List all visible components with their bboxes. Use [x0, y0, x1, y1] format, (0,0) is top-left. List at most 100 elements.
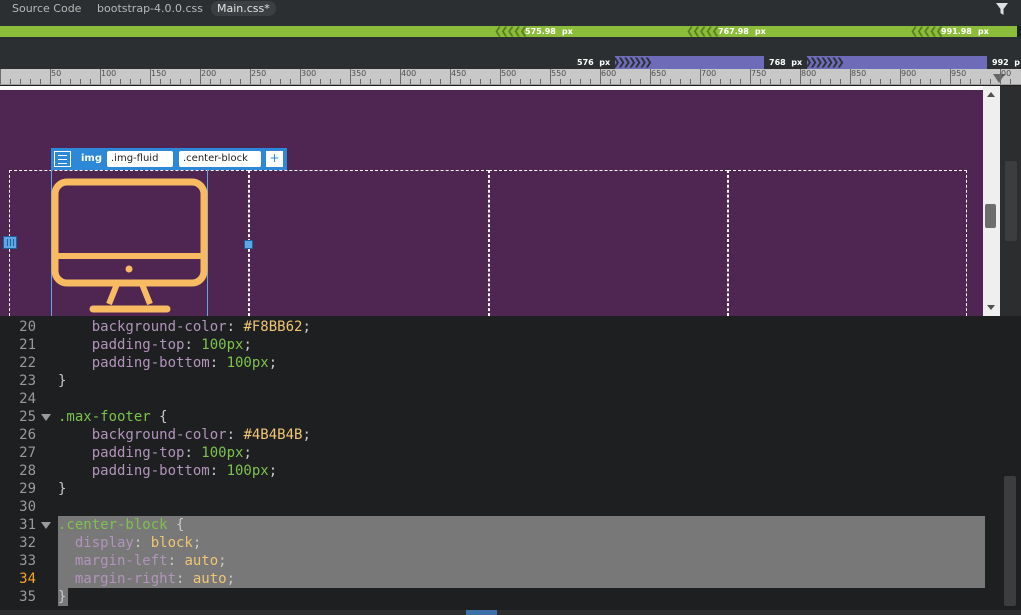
code-line[interactable]: 25 .max-footer {	[0, 408, 1000, 426]
ruler-tick	[800, 69, 801, 84]
code-editor[interactable]: 20 background-color: #F8BB62; 21 padding-…	[0, 316, 1021, 615]
ruler-tick	[210, 79, 211, 84]
code-line[interactable]: 35}	[0, 588, 1000, 606]
ruler-tick	[120, 79, 121, 84]
live-view-scrollbar[interactable]	[983, 86, 1000, 316]
scroll-down-icon[interactable]	[987, 305, 995, 310]
tab-main-css[interactable]: Main.css*	[211, 1, 276, 16]
ruler-tick	[100, 69, 101, 84]
code-token: #4B4B4B	[243, 427, 303, 443]
ruler-tick	[870, 79, 871, 84]
code-line[interactable]: 22 padding-bottom: 100px;	[0, 354, 1000, 372]
monitor-icon[interactable]	[51, 176, 208, 316]
scroll-up-icon[interactable]	[987, 92, 995, 97]
tab-source-code[interactable]: Source Code	[12, 1, 81, 16]
ruler-tick	[570, 79, 571, 84]
add-class-button[interactable]: +	[266, 151, 283, 167]
tab-bootstrap-css[interactable]: bootstrap-4.0.0.css	[97, 1, 203, 16]
ruler-tick	[350, 69, 351, 84]
hud-menu-icon[interactable]	[54, 151, 71, 167]
ruler-label: 200	[201, 69, 217, 78]
media-query-label[interactable]: 991.98 px	[941, 26, 989, 37]
ruler-tick	[80, 79, 81, 84]
live-view-scroll-thumb[interactable]	[985, 204, 996, 228]
ruler-tick	[40, 79, 41, 84]
code-token: }	[58, 589, 67, 605]
grid-column[interactable]	[489, 170, 728, 316]
code-line[interactable]: 26 background-color: #4B4B4B;	[0, 426, 1000, 444]
ruler-tick	[740, 79, 741, 84]
code-text: padding-top: 100px;	[58, 444, 252, 462]
line-number: 23	[19, 373, 36, 389]
code-line[interactable]: 24	[0, 390, 1000, 408]
ruler-label: 650	[651, 69, 667, 78]
media-query-bar-max-width[interactable]: ❮❮❮❮❮ 575.98 px ❮❮❮❮❮ 767.98 px ❮❮❮❮❮ 991.…	[0, 26, 1017, 37]
media-query-label[interactable]: 575.98 px	[525, 26, 573, 37]
code-line[interactable]: 20 background-color: #F8BB62;	[0, 318, 1000, 336]
column-offset-handle[interactable]	[3, 236, 17, 249]
line-number: 27	[19, 445, 36, 461]
ruler-tick	[340, 79, 341, 84]
code-token: :	[133, 535, 151, 551]
ruler-tick	[450, 69, 451, 84]
panel-scroll-thumb[interactable]	[1005, 161, 1017, 241]
ruler-tick	[980, 79, 981, 84]
code-line[interactable]: 33 margin-left: auto;	[0, 552, 1000, 570]
code-text: padding-top: 100px;	[58, 336, 252, 354]
editor-vertical-scroll-thumb[interactable]	[1004, 476, 1016, 606]
dreamweaver-window: Source Code bootstrap-4.0.0.css Main.css…	[0, 0, 1021, 615]
ruler-tick	[460, 79, 461, 84]
ruler-tick	[820, 79, 821, 84]
grid-column[interactable]	[249, 170, 489, 316]
ruler-label: 100	[101, 69, 117, 78]
grid-column[interactable]	[728, 170, 967, 316]
media-query-label[interactable]: 576 px	[572, 56, 616, 69]
ruler-tick	[910, 79, 911, 84]
code-line[interactable]: 31 .center-block {	[0, 516, 1000, 534]
ruler-tick	[940, 79, 941, 84]
class-chip-img-fluid[interactable]: .img-fluid	[107, 151, 173, 167]
code-text: }	[58, 372, 66, 390]
filter-icon[interactable]	[995, 2, 1009, 16]
hud-tag-name: img	[81, 153, 103, 164]
ruler-tick	[10, 79, 11, 84]
code-line[interactable]: 23}	[0, 372, 1000, 390]
code-line[interactable]: 21 padding-top: 100px;	[0, 336, 1000, 354]
editor-horizontal-scrollbar[interactable]	[0, 610, 1021, 615]
ruler-tick	[260, 79, 261, 84]
ruler-tick	[660, 79, 661, 84]
ruler-tick	[650, 69, 651, 84]
fold-arrow-icon[interactable]	[41, 522, 51, 529]
code-text: background-color: #F8BB62;	[58, 318, 311, 336]
code-line[interactable]: 29}	[0, 480, 1000, 498]
code-line[interactable]: 27 padding-top: 100px;	[0, 444, 1000, 462]
code-line[interactable]: 34 margin-right: auto;	[0, 570, 1000, 588]
code-token: padding-top	[58, 445, 185, 461]
ruler-tick	[230, 79, 231, 84]
code-line[interactable]: 32 display: block;	[0, 534, 1000, 552]
media-query-label[interactable]: 768 px	[764, 56, 808, 69]
media-query-label[interactable]: 992 p	[987, 56, 1021, 69]
ruler-tick	[400, 69, 401, 84]
ruler-tick	[600, 69, 601, 84]
ruler-tick	[130, 79, 131, 84]
code-line[interactable]: 28 padding-bottom: 100px;	[0, 462, 1000, 480]
media-query-label[interactable]: 767.98 px	[718, 26, 766, 37]
ruler-tick	[790, 79, 791, 84]
fold-arrow-icon[interactable]	[41, 414, 51, 421]
resize-handle[interactable]	[244, 240, 253, 249]
line-number: 20	[19, 319, 36, 335]
class-chip-center-block[interactable]: .center-block	[179, 151, 261, 167]
code-token: :	[167, 553, 185, 569]
chevron-left-icon: ❮❮❮❮❮	[494, 26, 528, 37]
code-line[interactable]: 30	[0, 498, 1000, 516]
code-token: padding-top	[58, 337, 185, 353]
code-text: }	[58, 480, 66, 498]
ruler-tick	[990, 79, 991, 84]
code-text: background-color: #4B4B4B;	[58, 426, 311, 444]
live-view: img .img-fluid .center-block +	[0, 86, 1021, 316]
editor-horizontal-scroll-thumb[interactable]	[466, 610, 497, 615]
line-number: 24	[19, 391, 36, 407]
chevron-left-icon: ❮❮❮❮❮	[910, 26, 944, 37]
code-token: padding-bottom	[58, 355, 210, 371]
